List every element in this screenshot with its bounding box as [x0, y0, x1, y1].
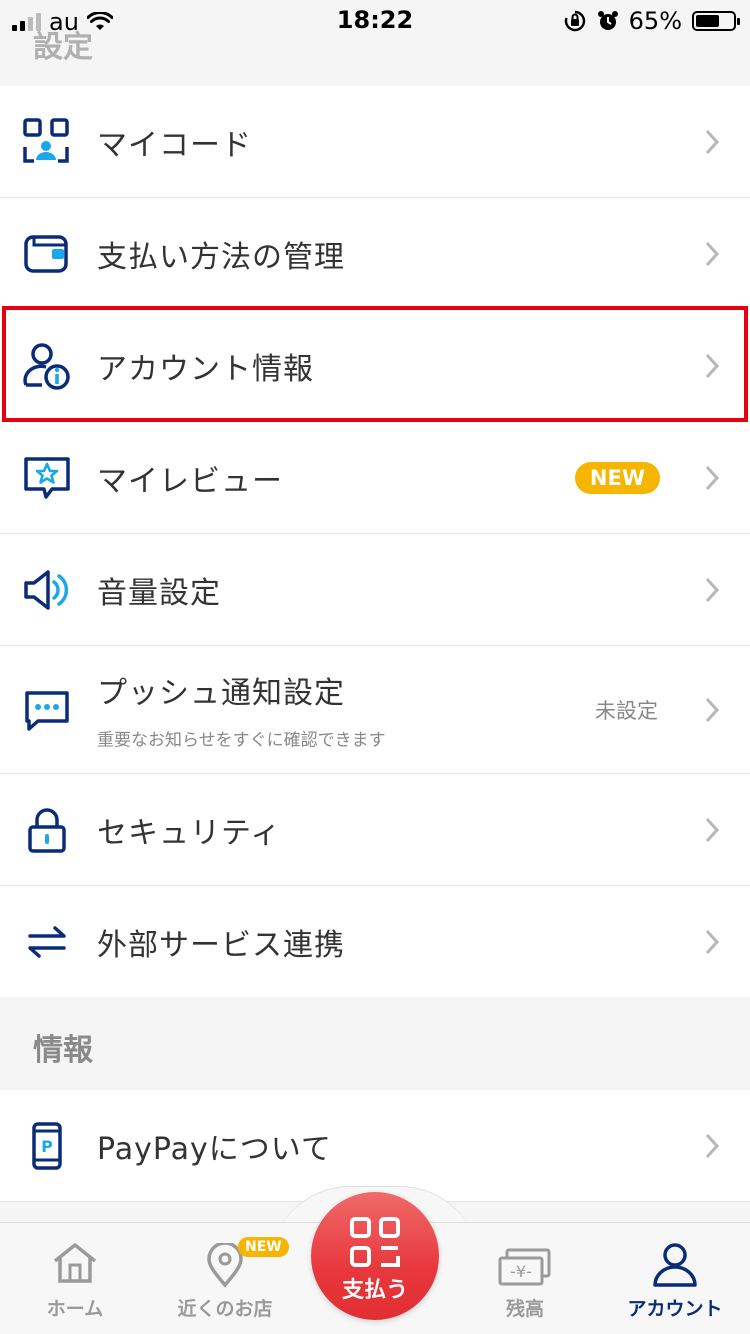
chevron-right-icon [705, 465, 720, 490]
chevron-right-icon [705, 1133, 720, 1158]
home-icon [53, 1243, 97, 1283]
tab-nearby[interactable]: NEW 近くのお店 [150, 1223, 300, 1334]
chevron-right-icon [705, 241, 720, 266]
alarm-icon [597, 11, 618, 30]
chevron-right-icon [705, 353, 720, 378]
speaker-icon [24, 569, 69, 610]
info-section-header: 情報 [0, 997, 750, 1090]
chevron-right-icon [705, 929, 720, 954]
menu-item-sublabel: 重要なお知らせをすぐに確認できます [97, 730, 386, 751]
svg-text:-¥-: -¥- [510, 1262, 532, 1281]
lock-icon [28, 807, 66, 853]
pay-button-label: 支払う [341, 1278, 408, 1303]
menu-item-label: セキュリティ [97, 815, 282, 851]
menu-item-label: 外部サービス連携 [97, 927, 345, 963]
chevron-right-icon [705, 697, 720, 722]
account-icon [653, 1243, 697, 1287]
tab-label: 残高 [505, 1298, 544, 1320]
wallet-icon [24, 234, 68, 273]
account-info-icon [23, 342, 70, 390]
menu-item-label: プッシュ通知設定 [97, 676, 345, 711]
tab-account[interactable]: アカウント [600, 1223, 750, 1334]
swap-arrows-icon [28, 925, 66, 958]
push-status-value: 未設定 [595, 698, 658, 723]
tab-label: ホーム [46, 1298, 104, 1320]
tab-balance[interactable]: -¥- 残高 [450, 1223, 600, 1334]
orientation-lock-icon [564, 10, 585, 32]
menu-item-security[interactable]: セキュリティ [0, 774, 750, 886]
menu-item-payment-methods[interactable]: 支払い方法の管理 [0, 198, 750, 310]
new-badge: NEW [574, 461, 660, 494]
qr-code-icon [23, 117, 69, 163]
menu-item-my-code[interactable]: マイコード [0, 86, 750, 198]
new-tag: NEW [238, 1237, 289, 1257]
svg-text:P: P [41, 1137, 53, 1156]
phone-paypay-icon: P [32, 1121, 62, 1170]
menu-item-label: PayPayについて [97, 1131, 332, 1167]
menu-item-external-services[interactable]: 外部サービス連携 [0, 886, 750, 998]
info-section-title: 情報 [33, 1033, 93, 1068]
battery-percent: 65% [628, 7, 682, 35]
settings-menu: マイコード 支払い方法の管理 アカウント情報 マイレビュー NEW 音量設定 プ… [0, 86, 750, 998]
menu-item-volume[interactable]: 音量設定 [0, 534, 750, 646]
chat-bubble-icon [25, 690, 69, 731]
menu-item-push-notifications[interactable]: プッシュ通知設定 重要なお知らせをすぐに確認できます 未設定 [0, 646, 750, 774]
battery-icon [692, 11, 740, 31]
money-icon: -¥- [498, 1248, 551, 1286]
menu-item-label: マイレビュー [97, 463, 283, 499]
pay-button[interactable]: 支払う [311, 1192, 439, 1320]
menu-item-label: 音量設定 [97, 575, 221, 611]
menu-item-label: マイコード [97, 127, 252, 163]
menu-item-account-info[interactable]: アカウント情報 [0, 310, 750, 422]
menu-item-label: アカウント情報 [97, 351, 314, 387]
status-bar: au 18:22 65% [0, 0, 750, 40]
chevron-right-icon [705, 129, 720, 154]
tab-label: 近くのお店 [177, 1298, 273, 1320]
menu-item-label: 支払い方法の管理 [97, 239, 345, 275]
tab-home[interactable]: ホーム [0, 1223, 150, 1334]
menu-item-my-review[interactable]: マイレビュー NEW [0, 422, 750, 534]
tab-label: アカウント [627, 1298, 723, 1320]
chevron-right-icon [705, 577, 720, 602]
chevron-right-icon [705, 817, 720, 842]
qr-scan-icon [350, 1217, 400, 1267]
review-star-icon [24, 456, 70, 499]
status-right: 65% [563, 7, 740, 35]
